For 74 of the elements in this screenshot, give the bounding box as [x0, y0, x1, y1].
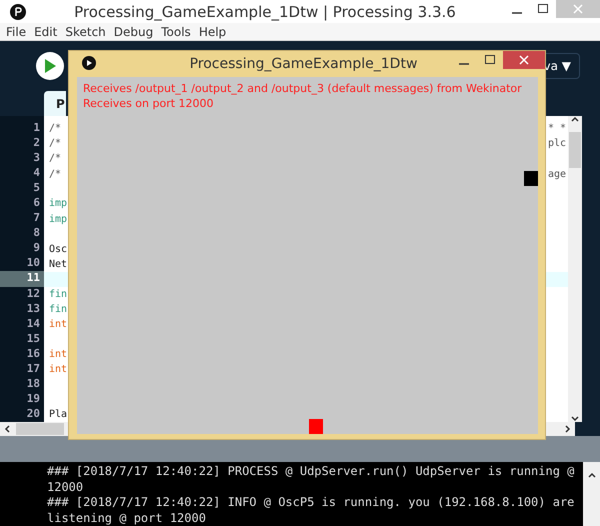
console-line: ### [2018/7/17 12:40:22] PROCESS @ UdpServer.run() UdpServer is running @ — [47, 464, 576, 480]
line-number: 4 — [32, 166, 41, 182]
line-number: 1 — [32, 121, 41, 136]
console-line: listening @ port 12000 — [47, 510, 207, 526]
console-line: ### [2018/7/17 12:40:22] INFO @ OscP5 is running. you (192.168.8.100) are — [47, 495, 576, 510]
code-text: Osc — [49, 242, 68, 257]
line-number: 12 — [26, 286, 41, 302]
editor-tab[interactable]: P — [44, 91, 66, 116]
scroll-left-icon[interactable] — [4, 425, 10, 433]
close-icon — [573, 4, 583, 14]
line-number: 13 — [26, 302, 41, 317]
code-text: imp — [49, 197, 68, 212]
code-text: * * — [548, 122, 566, 136]
code-text: /* — [49, 122, 62, 136]
code-text: plc — [548, 137, 566, 152]
code-text: /* — [49, 152, 62, 166]
scroll-up-icon[interactable] — [571, 116, 579, 122]
menu-item[interactable]: Debug — [114, 24, 154, 39]
play-icon — [43, 58, 57, 74]
code-text: Net — [49, 258, 68, 272]
line-number: 9 — [32, 241, 41, 256]
line-number: 15 — [26, 332, 41, 347]
code-text: age — [548, 168, 566, 182]
line-number: 18 — [26, 376, 41, 392]
console-scrollbar[interactable] — [583, 462, 600, 526]
line-number: 5 — [32, 181, 41, 196]
code-text: imp — [49, 212, 68, 227]
code-text: int — [49, 348, 68, 362]
line-number: 19 — [26, 392, 41, 407]
line-number: 20 — [26, 406, 41, 422]
line-number: 7 — [32, 211, 41, 226]
code-text: Pla — [49, 408, 68, 422]
horizontal-scrollbar[interactable] — [0, 422, 68, 436]
code-text: /* — [49, 168, 62, 182]
console-line: 12000 — [47, 480, 84, 495]
code-text: int — [49, 363, 68, 378]
maximize-icon — [485, 55, 495, 65]
menu-item[interactable]: Tools — [161, 24, 191, 39]
maximize-icon — [538, 4, 548, 14]
horizontal-scrollbar[interactable] — [546, 422, 575, 436]
close-icon — [519, 55, 529, 65]
line-number: 8 — [32, 226, 41, 242]
minimize-icon — [512, 12, 522, 14]
close-button[interactable] — [503, 51, 545, 69]
line-number: 2 — [32, 136, 41, 152]
menu-item[interactable]: Edit — [34, 24, 58, 39]
line-number: 14 — [26, 316, 41, 332]
scrollbar-thumb[interactable] — [569, 132, 581, 168]
code-text: int — [49, 318, 68, 332]
window-title: Processing_GameExample_1Dtw — [188, 56, 418, 72]
status-message: Receives on port 12000 — [83, 96, 215, 111]
code-text: fin — [49, 302, 68, 317]
minimize-icon — [459, 63, 469, 65]
code-text: fin — [49, 288, 68, 302]
line-number: 16 — [26, 346, 41, 362]
run-button[interactable] — [36, 52, 64, 80]
scroll-down-icon[interactable] — [571, 416, 579, 422]
menu-item[interactable]: File — [6, 24, 26, 39]
app-logo-icon — [82, 56, 96, 70]
app-logo-icon — [10, 4, 26, 20]
code-text: /* — [49, 137, 62, 152]
scrollbar-thumb[interactable] — [16, 423, 64, 435]
status-message: Receives /output_1 /output_2 and /output_3 (default messages) from Wekinator — [83, 81, 523, 96]
line-number: 10 — [26, 256, 41, 272]
scroll-up-icon[interactable] — [588, 472, 596, 478]
line-number: 11 — [0, 271, 44, 287]
scroll-right-icon[interactable] — [565, 425, 571, 433]
vertical-scrollbar[interactable] — [568, 116, 582, 422]
menu-item[interactable]: Help — [198, 24, 226, 39]
line-number: 3 — [32, 151, 41, 166]
line-number: 6 — [32, 196, 41, 212]
window-title: Processing_GameExample_1Dtw | Processing 3.3.6 — [73, 2, 457, 21]
menu-item[interactable]: Sketch — [65, 24, 106, 39]
line-number: 17 — [26, 362, 41, 377]
